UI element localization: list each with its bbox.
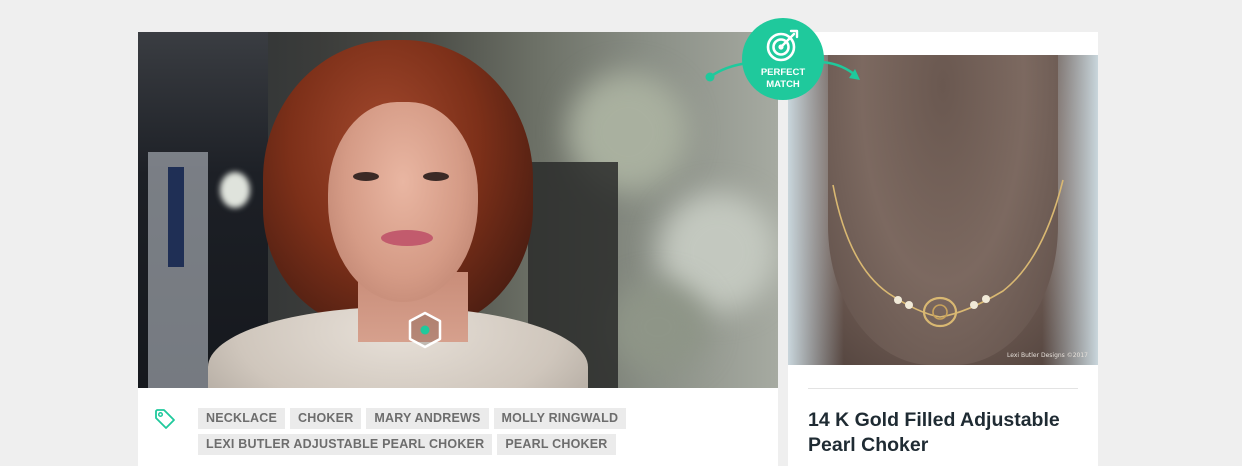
badge-line-1: PERFECT — [760, 67, 806, 78]
image-credit: Lexi Butler Designs ©2017 — [1007, 352, 1088, 359]
target-icon — [766, 29, 799, 62]
tag-choker[interactable]: CHOKER — [290, 408, 362, 429]
tag-icon — [155, 409, 175, 429]
tag-molly-ringwald[interactable]: MOLLY RINGWALD — [493, 408, 627, 429]
product-title[interactable]: 14 K Gold Filled Adjustable Pearl Choker — [808, 408, 1088, 458]
divider — [808, 388, 1078, 389]
tag-lexi-butler-adjustable-pearl-choker[interactable]: LEXI BUTLER ADJUSTABLE PEARL CHOKER — [198, 434, 493, 455]
badge-line-2: MATCH — [766, 79, 800, 90]
scene-image — [138, 32, 778, 388]
badge-label: PERFECT MATCH — [742, 67, 824, 91]
product-card[interactable]: Lexi Butler Designs ©2017 14 K Gold Fill… — [788, 32, 1098, 466]
tag-bar: NECKLACE CHOKER MARY ANDREWS MOLLY RINGW… — [138, 388, 778, 466]
tag-necklace[interactable]: NECKLACE — [198, 408, 286, 429]
perfect-match-badge: PERFECT MATCH — [742, 18, 824, 100]
necklace-drawing — [832, 179, 1064, 328]
product-image[interactable]: Lexi Butler Designs ©2017 — [788, 55, 1098, 365]
tag-list: NECKLACE CHOKER MARY ANDREWS MOLLY RINGW… — [198, 408, 758, 455]
tag-mary-andrews[interactable]: MARY ANDREWS — [366, 408, 489, 429]
product-hotspot-icon[interactable] — [406, 311, 444, 349]
tag-pearl-choker[interactable]: PEARL CHOKER — [497, 434, 616, 455]
